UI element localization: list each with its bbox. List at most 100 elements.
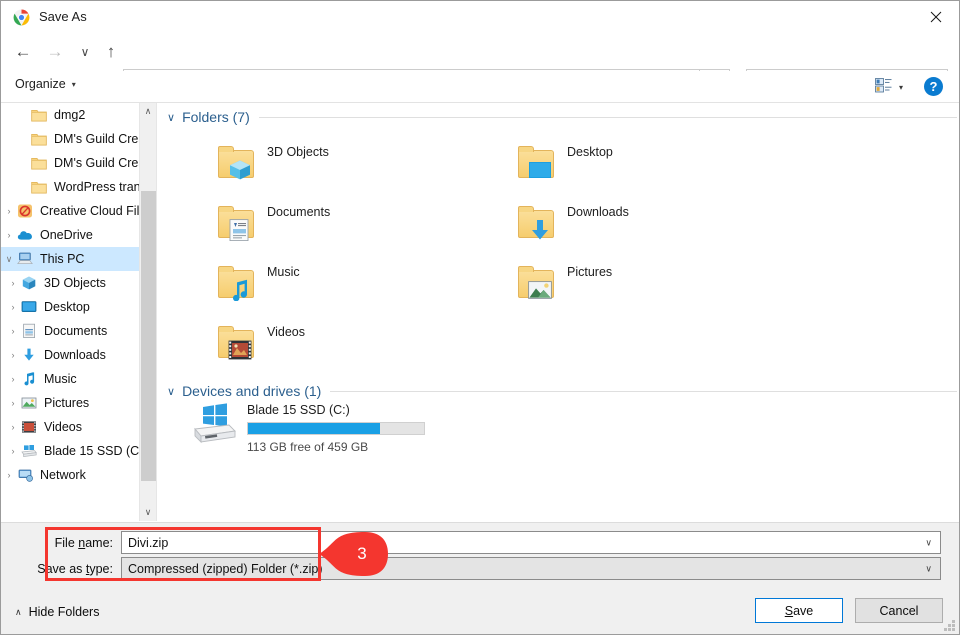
- downloads-folder-icon: [513, 201, 559, 247]
- chevron-down-icon[interactable]: ∨: [71, 38, 99, 66]
- file-name-input[interactable]: Divi.zip ∨: [121, 531, 941, 554]
- music-icon: [21, 371, 37, 387]
- save-button[interactable]: Save: [755, 598, 843, 623]
- group-header-folders[interactable]: ∨ Folders (7): [167, 109, 957, 125]
- file-item-label: Downloads: [567, 205, 629, 219]
- file-item-label: 3D Objects: [267, 145, 329, 159]
- sidebar-item-label: DM's Guild Creat: [54, 132, 149, 146]
- forward-icon[interactable]: →: [41, 38, 69, 66]
- hide-folders-button[interactable]: ∧ Hide Folders: [15, 605, 99, 619]
- scroll-up-icon[interactable]: ∧: [140, 103, 156, 120]
- sidebar-item-pictures[interactable]: ›Pictures: [1, 391, 156, 415]
- title-bar: Save As: [1, 1, 959, 33]
- chevron-down-icon[interactable]: ∨: [925, 563, 932, 574]
- chevron-down-icon: ▾: [72, 80, 76, 89]
- chevron-right-icon[interactable]: ›: [5, 302, 21, 312]
- sidebar-item-dmg2[interactable]: dmg2: [1, 103, 156, 127]
- creative-cloud-icon: [17, 203, 33, 219]
- 3d-objects-folder-icon: [213, 141, 259, 187]
- close-icon[interactable]: [913, 1, 959, 32]
- sidebar-item-label: WordPress trans: [54, 180, 147, 194]
- sidebar-item-label: OneDrive: [40, 228, 93, 242]
- chevron-right-icon[interactable]: ›: [5, 326, 21, 336]
- file-name-row: File name: Divi.zip ∨: [1, 530, 959, 555]
- sidebar-item-this-pc[interactable]: ∨ This PC: [1, 247, 156, 271]
- sidebar-scrollbar[interactable]: ∧ ∨: [139, 103, 156, 521]
- sidebar-item-music[interactable]: › Music: [1, 367, 156, 391]
- resize-grip[interactable]: [944, 620, 956, 632]
- sidebar-item-documents[interactable]: ›Documents: [1, 319, 156, 343]
- sidebar-item-downloads[interactable]: ›Downloads: [1, 343, 156, 367]
- chevron-right-icon[interactable]: ›: [5, 446, 21, 456]
- chevron-right-icon[interactable]: ›: [1, 206, 17, 216]
- scrollbar-thumb[interactable]: [141, 191, 156, 481]
- chevron-right-icon[interactable]: ›: [1, 230, 17, 240]
- chevron-right-icon[interactable]: ›: [5, 278, 21, 288]
- chevron-right-icon[interactable]: ›: [5, 350, 21, 360]
- command-bar: Organize ▾ ▾ ?: [1, 71, 959, 103]
- save-as-type-row: Save as type: Compressed (zipped) Folder…: [1, 556, 959, 581]
- window-title: Save As: [39, 9, 87, 24]
- sidebar-item-dm-s-guild-creat[interactable]: DM's Guild Creat: [1, 127, 156, 151]
- sidebar-item-creative-cloud-fil[interactable]: › Creative Cloud Fil: [1, 199, 156, 223]
- save-as-type-label: Save as type:: [1, 562, 121, 576]
- navigation-tree[interactable]: dmg2 DM's Guild Creat DM's Guild Creat Word…: [1, 103, 156, 521]
- help-icon[interactable]: ?: [924, 77, 943, 96]
- sidebar-item-dm-s-guild-creat[interactable]: DM's Guild Creat: [1, 151, 156, 175]
- chevron-down-icon[interactable]: ∨: [167, 111, 175, 124]
- sidebar-item-label: Desktop: [44, 300, 90, 314]
- drive-icon: [21, 443, 37, 459]
- back-icon[interactable]: ←: [9, 38, 37, 66]
- save-as-dialog: Save As ← → ∨ ↑ › This PC › ⌄: [0, 0, 960, 635]
- drive-usage-fill: [248, 423, 380, 434]
- chevron-right-icon[interactable]: ›: [5, 374, 21, 384]
- organize-button[interactable]: Organize ▾: [15, 77, 76, 91]
- file-item[interactable]: Desktop: [513, 141, 783, 187]
- sidebar-item-onedrive[interactable]: › OneDrive: [1, 223, 156, 247]
- file-item[interactable]: 3D Objects: [213, 141, 483, 187]
- sidebar-item-network[interactable]: ›Network: [1, 463, 156, 487]
- sidebar-item-wordpress-trans[interactable]: WordPress trans: [1, 175, 156, 199]
- drive-name: Blade 15 SSD (C:): [247, 403, 425, 417]
- file-item-label: Documents: [267, 205, 330, 219]
- view-options-button[interactable]: ▾: [875, 78, 903, 96]
- sidebar-item-desktop[interactable]: › Desktop: [1, 295, 156, 319]
- videos-folder-icon: [213, 321, 259, 367]
- group-title-devices: Devices and drives (1): [182, 383, 321, 399]
- navigation-bar: ← → ∨ ↑ › This PC › ⌄ ↻: [1, 33, 959, 71]
- chevron-down-icon[interactable]: ∨: [167, 385, 175, 398]
- chevron-down-icon[interactable]: ∨: [925, 537, 932, 548]
- file-item[interactable]: Documents: [213, 201, 483, 247]
- chevron-down-icon[interactable]: ∨: [1, 254, 17, 265]
- sidebar-item-blade-15-ssd-c[interactable]: ›Blade 15 SSD (C:: [1, 439, 156, 463]
- sidebar-item-label: This PC: [40, 252, 84, 266]
- chevron-right-icon[interactable]: ›: [5, 422, 21, 432]
- file-list-panel[interactable]: ∨ Folders (7) 3D Objects Desktop Documents…: [157, 103, 960, 521]
- drive-free-space: 113 GB free of 459 GB: [247, 440, 425, 454]
- sidebar-item-3d-objects[interactable]: ›3D Objects: [1, 271, 156, 295]
- file-item[interactable]: Music: [213, 261, 483, 307]
- file-item[interactable]: Downloads: [513, 201, 783, 247]
- sidebar-item-label: Music: [44, 372, 77, 386]
- chevron-right-icon[interactable]: ›: [1, 470, 17, 480]
- sidebar-item-videos[interactable]: ›Videos: [1, 415, 156, 439]
- organize-label: Organize: [15, 77, 66, 91]
- file-item[interactable]: Videos: [213, 321, 483, 367]
- scroll-down-icon[interactable]: ∨: [140, 504, 156, 521]
- save-as-type-select[interactable]: Compressed (zipped) Folder (*.zip) ∨: [121, 557, 941, 580]
- up-icon[interactable]: ↑: [97, 38, 125, 66]
- file-item-label: Music: [267, 265, 300, 279]
- chevron-right-icon[interactable]: ›: [5, 398, 21, 408]
- file-item[interactable]: Pictures: [513, 261, 783, 307]
- sidebar-item-label: dmg2: [54, 108, 85, 122]
- file-item-label: Pictures: [567, 265, 612, 279]
- drive-item[interactable]: Blade 15 SSD (C:) 113 GB free of 459 GB: [189, 403, 425, 454]
- group-header-devices[interactable]: ∨ Devices and drives (1): [167, 383, 957, 399]
- music-folder-icon: [213, 261, 259, 307]
- folder-icon: [31, 179, 47, 195]
- group-title-folders: Folders (7): [182, 109, 250, 125]
- sidebar-item-label: Creative Cloud Fil: [40, 204, 139, 218]
- hard-drive-icon: [189, 403, 239, 447]
- cancel-button[interactable]: Cancel: [855, 598, 943, 623]
- network-icon: [17, 467, 33, 483]
